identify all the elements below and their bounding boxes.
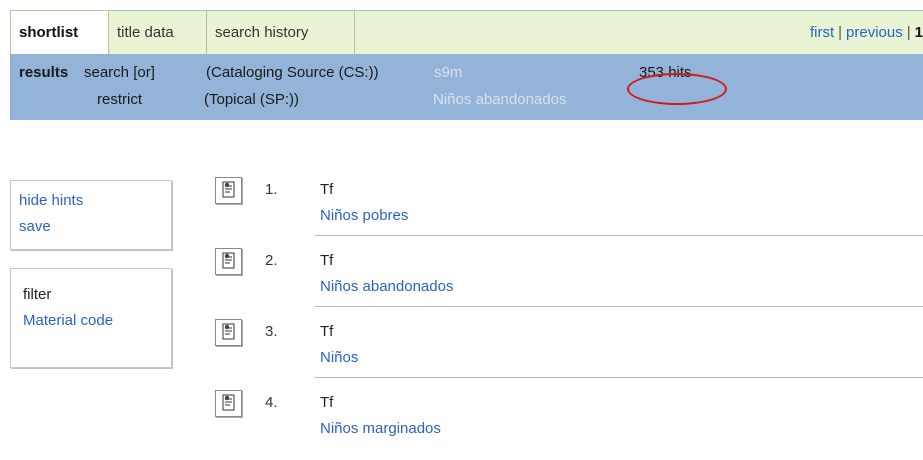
- tab-search-history[interactable]: search history: [207, 11, 355, 54]
- search-term: s9m: [434, 64, 463, 81]
- pager-separator: |: [838, 24, 843, 41]
- tab-title-data[interactable]: title data: [109, 11, 207, 54]
- tab-shortlist[interactable]: shortlist: [11, 11, 109, 54]
- pager-separator: |: [906, 24, 911, 41]
- pager-previous-link[interactable]: previous: [846, 24, 903, 41]
- record-number: 2.: [265, 252, 278, 269]
- record-type: Tf: [320, 394, 334, 411]
- document-icon[interactable]: [215, 390, 242, 417]
- document-icon[interactable]: [215, 248, 242, 275]
- record-type: Tf: [320, 323, 334, 340]
- record-type: Tf: [320, 252, 334, 269]
- record-title-link[interactable]: Niños marginados: [320, 420, 441, 437]
- document-icon[interactable]: [215, 177, 242, 204]
- search-index: (Cataloging Source (CS:)): [206, 64, 379, 81]
- search-operator: search [or]: [84, 64, 155, 81]
- restrict-term: Niños abandonados: [433, 91, 567, 108]
- results-bar: results search [or] (Cataloging Source (…: [10, 54, 923, 120]
- record-number: 4.: [265, 394, 278, 411]
- record-title-link[interactable]: Niños abandonados: [320, 278, 453, 295]
- row-divider: [315, 377, 923, 378]
- document-icon[interactable]: [215, 319, 242, 346]
- record-number: 3.: [265, 323, 278, 340]
- list-item: 1. Tf Niños pobres: [215, 177, 923, 247]
- pager: first | previous | 1: [810, 11, 923, 54]
- hit-count-highlight: [627, 73, 727, 105]
- row-divider: [315, 235, 923, 236]
- filter-heading: filter: [23, 286, 52, 303]
- tab-bar: shortlist title data search history firs…: [10, 10, 923, 54]
- filter-box: filter Material code: [10, 268, 172, 368]
- list-item: 3. Tf Niños: [215, 319, 923, 389]
- results-label: results: [19, 64, 69, 81]
- record-type: Tf: [320, 181, 334, 198]
- restrict-index: (Topical (SP:)): [204, 91, 300, 108]
- list-item: 2. Tf Niños abandonados: [215, 248, 923, 318]
- hints-box: hide hints save: [10, 180, 172, 250]
- row-divider: [315, 306, 923, 307]
- material-code-link[interactable]: Material code: [23, 312, 113, 329]
- record-title-link[interactable]: Niños: [320, 349, 358, 366]
- record-number: 1.: [265, 181, 278, 198]
- save-link[interactable]: save: [19, 218, 51, 235]
- pager-current-page: 1: [914, 24, 923, 41]
- record-title-link[interactable]: Niños pobres: [320, 207, 408, 224]
- app-frame: shortlist title data search history firs…: [10, 10, 923, 450]
- restrict-operator: restrict: [97, 91, 142, 108]
- hide-hints-link[interactable]: hide hints: [19, 192, 83, 209]
- pager-first-link[interactable]: first: [810, 24, 834, 41]
